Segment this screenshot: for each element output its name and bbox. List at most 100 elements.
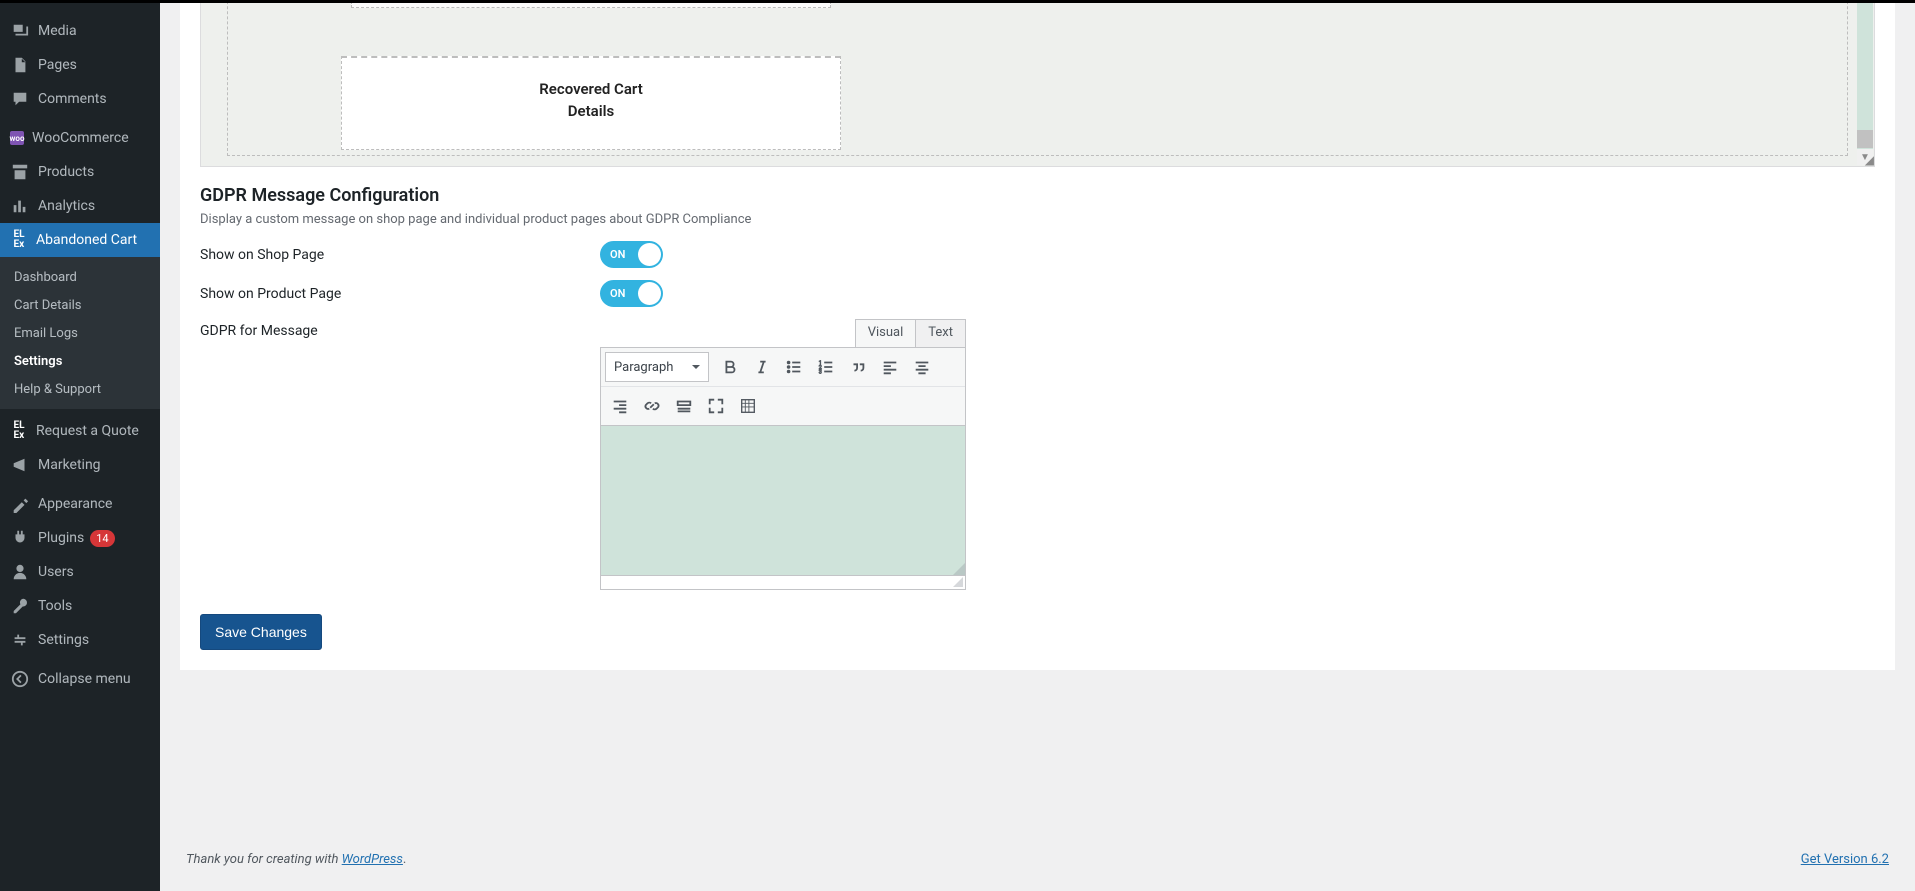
sidebar-label: Request a Quote bbox=[36, 423, 139, 439]
mce-align-left-button[interactable] bbox=[875, 352, 905, 382]
sidebar-item-comments[interactable]: Comments bbox=[0, 82, 160, 116]
mce-fullscreen-button[interactable] bbox=[701, 391, 731, 421]
sidebar-item-pages[interactable]: Pages bbox=[0, 48, 160, 82]
tools-icon bbox=[10, 596, 30, 616]
mce-tab-text[interactable]: Text bbox=[915, 319, 966, 347]
mce-link-button[interactable] bbox=[637, 391, 667, 421]
sidebar-item-users[interactable]: Users bbox=[0, 555, 160, 589]
users-icon bbox=[10, 562, 30, 582]
sidebar-item-appearance[interactable]: Appearance bbox=[0, 487, 160, 521]
mce-tabs: Visual Text bbox=[856, 319, 966, 347]
footer-thanks-text: Thank you for creating with bbox=[186, 852, 342, 867]
gdpr-title: GDPR Message Configuration bbox=[200, 185, 1875, 206]
footer-thanks: Thank you for creating with WordPress. bbox=[186, 852, 406, 867]
woocommerce-icon: woo bbox=[10, 131, 24, 145]
elex-icon: EL Ex bbox=[10, 233, 28, 247]
sidebar-item-woocommerce[interactable]: woo WooCommerce bbox=[0, 121, 160, 155]
save-changes-button[interactable]: Save Changes bbox=[200, 614, 322, 650]
submenu-dashboard[interactable]: Dashboard bbox=[0, 263, 160, 291]
mce-align-center-button[interactable] bbox=[907, 352, 937, 382]
submenu-email-logs[interactable]: Email Logs bbox=[0, 319, 160, 347]
footer-period: . bbox=[403, 852, 406, 867]
footer-wordpress-link[interactable]: WordPress bbox=[342, 852, 403, 867]
admin-footer: Thank you for creating with WordPress. G… bbox=[180, 836, 1895, 891]
elex-icon: EL Ex bbox=[10, 424, 28, 438]
sidebar-label: Marketing bbox=[38, 457, 101, 473]
mce-format-select[interactable]: Paragraph bbox=[605, 352, 709, 382]
marketing-icon bbox=[10, 455, 30, 475]
sidebar-item-abandoned-cart[interactable]: EL Ex Abandoned Cart bbox=[0, 223, 160, 257]
label-show-shop: Show on Shop Page bbox=[200, 247, 600, 263]
collapse-label: Collapse menu bbox=[38, 671, 131, 687]
toggle-state: ON bbox=[600, 248, 625, 261]
recovered-cart-line1: Recovered Cart bbox=[342, 80, 840, 98]
sidebar-item-marketing[interactable]: Marketing bbox=[0, 448, 160, 482]
mce-italic-button[interactable] bbox=[747, 352, 777, 382]
footer-version: Get Version 6.2 bbox=[1801, 852, 1889, 867]
toggle-state: ON bbox=[600, 287, 625, 300]
sidebar-item-media[interactable]: Media bbox=[0, 14, 160, 48]
email-template-editor[interactable]: [applied_coupon] Recovered Cart Details … bbox=[200, 0, 1875, 167]
sidebar-label: Analytics bbox=[38, 198, 95, 214]
window-top-bar bbox=[0, 0, 1915, 3]
sidebar-label: Comments bbox=[38, 91, 107, 107]
mce-align-right-button[interactable] bbox=[605, 391, 635, 421]
settings-panel: [applied_coupon] Recovered Cart Details … bbox=[180, 0, 1895, 670]
admin-sidebar: Media Pages Comments woo WooCommerce Pro… bbox=[0, 0, 160, 891]
sidebar-label: Media bbox=[38, 23, 77, 39]
editor-resize-handle[interactable]: ◢ bbox=[1862, 154, 1874, 166]
editor-right-gutter bbox=[1857, 2, 1873, 151]
pages-icon bbox=[10, 55, 30, 75]
submenu-help-support[interactable]: Help & Support bbox=[0, 375, 160, 403]
mce-toolbar-row1: Paragraph bbox=[601, 348, 965, 386]
mce-toolbars: Paragraph bbox=[600, 347, 966, 426]
sidebar-label: Tools bbox=[38, 598, 72, 614]
mce-readmore-button[interactable] bbox=[669, 391, 699, 421]
mce-content-area[interactable] bbox=[600, 426, 966, 576]
get-version-link[interactable]: Get Version 6.2 bbox=[1801, 852, 1889, 867]
toggle-show-product[interactable]: ON bbox=[600, 280, 663, 307]
abandoned-cart-submenu: Dashboard Cart Details Email Logs Settin… bbox=[0, 257, 160, 409]
sidebar-label: Abandoned Cart bbox=[36, 232, 137, 248]
sidebar-item-plugins[interactable]: Plugins 14 bbox=[0, 521, 160, 555]
collapse-icon bbox=[10, 669, 30, 689]
mce-ul-button[interactable] bbox=[779, 352, 809, 382]
row-show-shop: Show on Shop Page ON bbox=[200, 241, 1875, 268]
submenu-settings[interactable]: Settings bbox=[0, 347, 160, 375]
toggle-knob bbox=[638, 282, 661, 305]
mce-ol-button[interactable]: 123 bbox=[811, 352, 841, 382]
gdpr-description: Display a custom message on shop page an… bbox=[200, 212, 1875, 227]
sidebar-label: Pages bbox=[38, 57, 77, 73]
mce-toolbar-row2 bbox=[601, 386, 965, 425]
sidebar-label: Appearance bbox=[38, 496, 112, 512]
mce-quote-button[interactable] bbox=[843, 352, 873, 382]
mce-toolbar-toggle-button[interactable] bbox=[733, 391, 763, 421]
sidebar-label: Plugins bbox=[38, 530, 84, 546]
sidebar-item-products[interactable]: Products bbox=[0, 155, 160, 189]
mce-format-value: Paragraph bbox=[614, 360, 673, 375]
media-icon bbox=[10, 21, 30, 41]
toggle-show-shop[interactable]: ON bbox=[600, 241, 663, 268]
mce-resize-bar[interactable] bbox=[600, 576, 966, 590]
sidebar-item-analytics[interactable]: Analytics bbox=[0, 189, 160, 223]
comments-icon bbox=[10, 89, 30, 109]
template-cell-recovered: Recovered Cart Details bbox=[341, 56, 841, 150]
recovered-cart-line2: Details bbox=[342, 102, 840, 120]
sidebar-item-settings[interactable]: Settings bbox=[0, 623, 160, 657]
collapse-menu[interactable]: Collapse menu bbox=[0, 662, 160, 696]
sidebar-label: Users bbox=[38, 564, 74, 580]
products-icon bbox=[10, 162, 30, 182]
sidebar-item-tools[interactable]: Tools bbox=[0, 589, 160, 623]
sidebar-label: Settings bbox=[38, 632, 89, 648]
submenu-cart-details[interactable]: Cart Details bbox=[0, 291, 160, 319]
sidebar-label: Products bbox=[38, 164, 94, 180]
mce-bold-button[interactable] bbox=[715, 352, 745, 382]
editor-scrollbar-thumb[interactable] bbox=[1857, 130, 1873, 148]
analytics-icon bbox=[10, 196, 30, 216]
appearance-icon bbox=[10, 494, 30, 514]
plugins-update-badge: 14 bbox=[90, 530, 114, 547]
mce-tab-visual[interactable]: Visual bbox=[855, 319, 917, 347]
sidebar-item-request-quote[interactable]: EL Ex Request a Quote bbox=[0, 414, 160, 448]
row-show-product: Show on Product Page ON bbox=[200, 280, 1875, 307]
toggle-knob bbox=[638, 243, 661, 266]
